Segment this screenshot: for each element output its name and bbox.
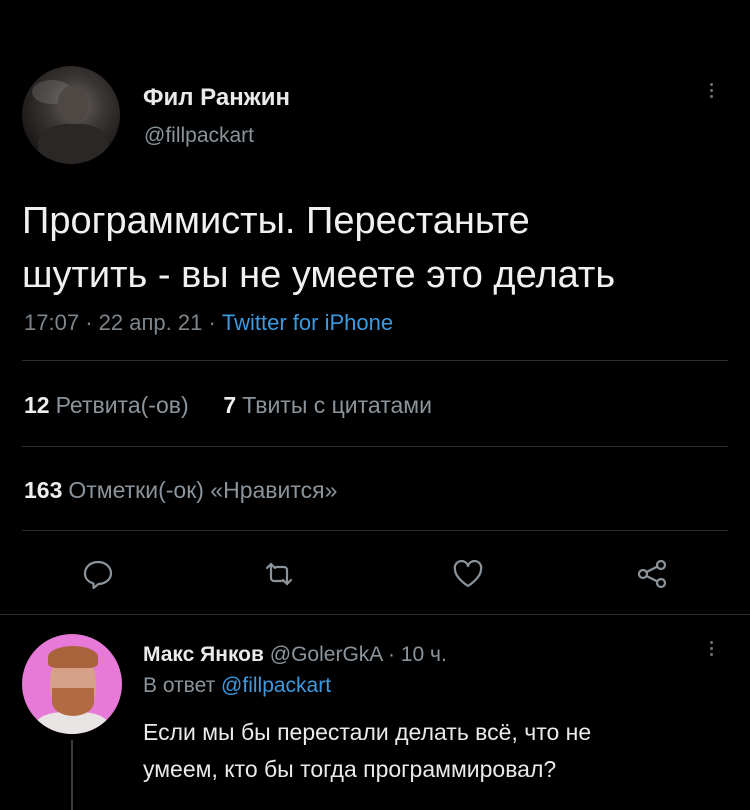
reply-text: Если мы бы перестали делать всё, что не … <box>143 714 733 788</box>
tweet-source-link[interactable]: Twitter for iPhone <box>222 310 393 335</box>
divider <box>22 360 728 361</box>
meta-separator: · <box>85 310 99 335</box>
tweet-text-line: шутить - вы не умеете это делать <box>22 254 616 296</box>
heart-icon[interactable] <box>450 556 486 592</box>
divider <box>22 530 728 531</box>
comment-icon[interactable] <box>80 556 116 592</box>
divider <box>22 446 728 447</box>
quotes-label: Твиты с цитатами <box>242 392 432 418</box>
reply-author-handle[interactable]: @GolerGkA <box>270 643 382 666</box>
tweet-date: 22 апр. 21 <box>98 310 203 335</box>
tweet-text: Программисты. Перестаньте шутить - вы не… <box>22 194 732 302</box>
tweet-text-line: Программисты. Перестаньте <box>22 200 530 242</box>
reply-text-line: умеем, кто бы тогда программировал? <box>143 756 557 782</box>
more-vertical-icon[interactable] <box>704 638 718 659</box>
thread-line <box>71 740 73 810</box>
retweets-label: Ретвита(-ов) <box>55 392 189 418</box>
meta-separator: · <box>387 643 401 666</box>
reply-author-name[interactable]: Макс Янков <box>143 643 264 666</box>
avatar-head <box>58 86 88 122</box>
share-icon[interactable] <box>634 556 670 592</box>
likes-stat[interactable]: 163 Отметки(-ок) «Нравится» <box>24 477 337 504</box>
meta-separator: · <box>208 310 222 335</box>
avatar-body <box>38 124 108 164</box>
reply-context: В ответ @fillpackart <box>143 674 331 698</box>
quotes-count: 7 <box>223 392 237 418</box>
tweet-time: 17:07 <box>24 310 80 335</box>
reply-mention-link[interactable]: @fillpackart <box>221 674 331 697</box>
divider <box>0 614 750 615</box>
avatar-beard <box>52 688 94 716</box>
likes-count: 163 <box>24 477 63 503</box>
tweet-meta: 17:07 · 22 апр. 21 · Twitter for iPhone <box>24 310 393 336</box>
reply-header: Макс Янков @GolerGkA · 10 ч. <box>143 643 447 667</box>
reply-author-avatar[interactable] <box>22 634 122 734</box>
retweets-stat[interactable]: 12 Ретвита(-ов) <box>24 392 189 418</box>
likes-label: Отметки(-ок) «Нравится» <box>68 477 338 503</box>
reply-prefix: В ответ <box>143 674 216 697</box>
author-handle[interactable]: @fillpackart <box>144 124 254 148</box>
avatar-hair <box>48 646 98 668</box>
reply-text-line: Если мы бы перестали делать всё, что не <box>143 719 592 745</box>
retweet-stats: 12 Ретвита(-ов) 7 Твиты с цитатами <box>24 392 432 419</box>
quotes-stat[interactable]: 7 Твиты с цитатами <box>223 392 432 418</box>
more-vertical-icon[interactable] <box>704 80 718 101</box>
retweets-count: 12 <box>24 392 50 418</box>
reply-time[interactable]: 10 ч. <box>401 643 447 666</box>
author-name[interactable]: Фил Ранжин <box>143 84 290 112</box>
author-avatar[interactable] <box>22 66 120 164</box>
retweet-icon[interactable] <box>261 556 297 592</box>
